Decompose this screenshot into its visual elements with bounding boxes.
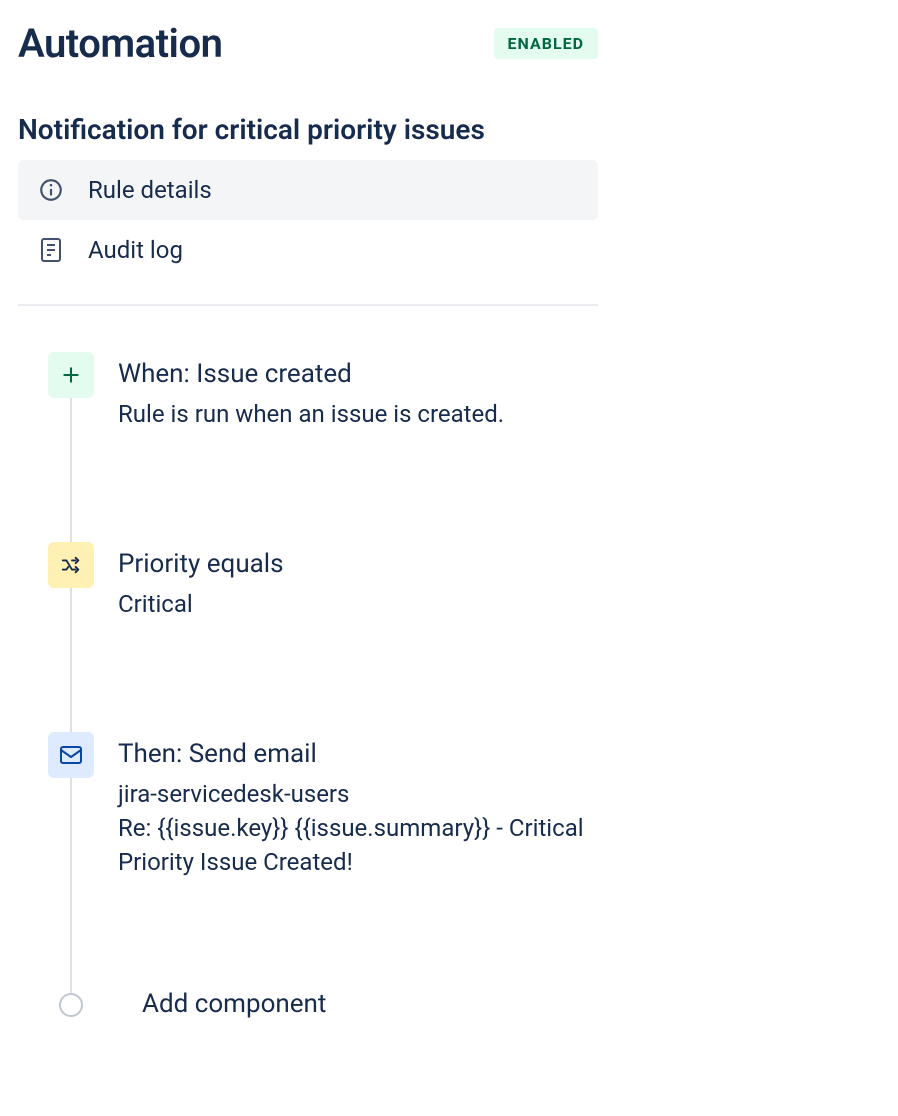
panel-item-audit-log[interactable]: Audit log xyxy=(18,220,598,280)
panel-item-rule-details[interactable]: Rule details xyxy=(18,160,598,220)
divider xyxy=(18,304,598,306)
step-title: Priority equals xyxy=(118,546,284,582)
flow-step-condition[interactable]: Priority equals Critical xyxy=(48,542,598,622)
page-title: Automation xyxy=(18,20,474,67)
step-title: When: Issue created xyxy=(118,356,504,392)
rule-name: Notification for critical priority issue… xyxy=(18,113,880,146)
add-component-button[interactable]: Add component xyxy=(48,989,598,1019)
status-badge: ENABLED xyxy=(494,28,598,59)
shuffle-icon xyxy=(48,542,94,588)
flow-step-trigger[interactable]: When: Issue created Rule is run when an … xyxy=(48,352,598,432)
flow-step-action[interactable]: Then: Send email jira-servicedesk-users … xyxy=(48,732,598,879)
step-desc: Critical xyxy=(118,588,284,622)
mail-icon xyxy=(48,732,94,778)
panel-item-label: Audit log xyxy=(88,236,183,264)
add-component-label: Add component xyxy=(142,989,326,1019)
log-icon xyxy=(38,237,64,263)
flow-connector-line xyxy=(70,392,72,1003)
panel-item-label: Rule details xyxy=(88,176,212,204)
plus-icon xyxy=(48,352,94,398)
step-desc: jira-servicedesk-users Re: {{issue.key}}… xyxy=(118,778,598,879)
step-desc: Rule is run when an issue is created. xyxy=(118,398,504,432)
circle-icon xyxy=(59,993,83,1017)
info-icon xyxy=(38,177,64,203)
step-title: Then: Send email xyxy=(118,736,598,772)
